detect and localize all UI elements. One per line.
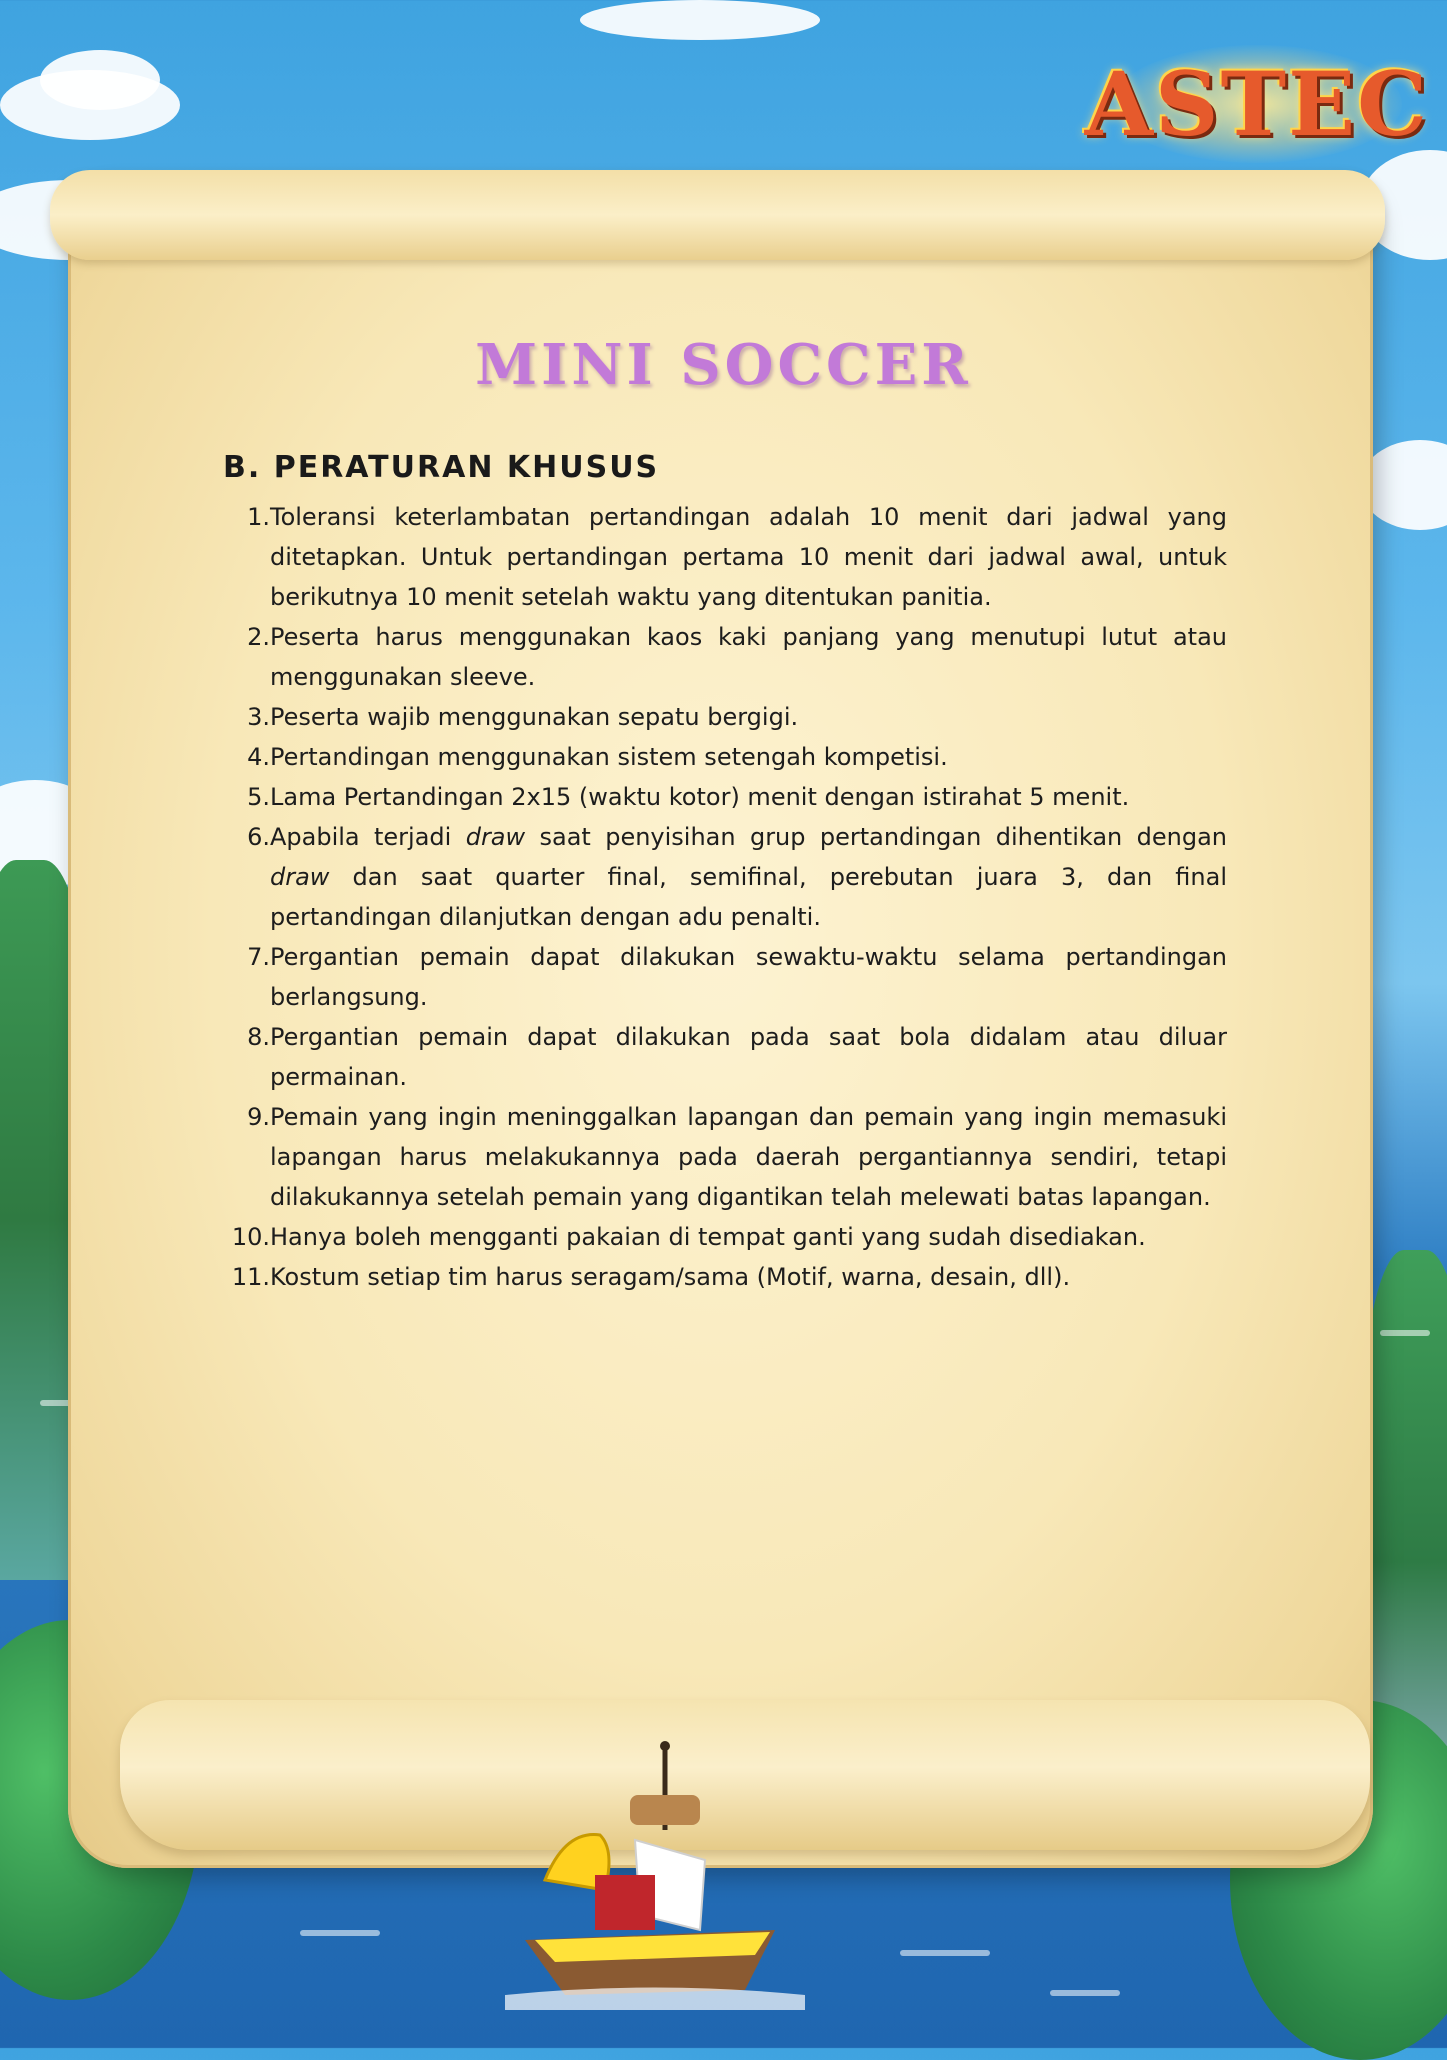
item-number: 8. — [247, 1023, 270, 1051]
parchment-roll-top — [50, 170, 1385, 260]
item-number: 11. — [231, 1263, 270, 1291]
item-text: Kostum setiap tim harus seragam/sama (Mo… — [270, 1263, 1071, 1291]
item-text: Apabila terjadi draw saat penyisihan gru… — [270, 823, 1227, 931]
logo-text: ASTEC — [1084, 52, 1430, 156]
list-item: 4. Pertandingan menggunakan sistem seteng… — [230, 737, 1227, 777]
wave — [1050, 1990, 1120, 1996]
list-item: 10. Hanya boleh mengganti pakaian di temp… — [230, 1217, 1227, 1257]
wave — [900, 1950, 990, 1956]
item-number: 1. — [247, 503, 270, 531]
item-text: Lama Pertandingan 2x15 (waktu kotor) men… — [270, 783, 1130, 811]
item-number: 7. — [247, 943, 270, 971]
list-item: 5. Lama Pertandingan 2x15 (waktu kotor) m… — [230, 777, 1227, 817]
list-item: 1. Toleransi keterlambatan pertandingan a… — [230, 497, 1227, 617]
item-number: 10. — [231, 1223, 270, 1251]
list-item: 9. Pemain yang ingin meninggalkan lapanga… — [230, 1097, 1227, 1217]
item-text: Toleransi keterlambatan pertandingan ada… — [270, 503, 1227, 611]
section-heading: B. PERATURAN KHUSUS — [223, 450, 660, 485]
page-title: MINI SOCCER — [475, 332, 972, 398]
item-number: 3. — [247, 703, 270, 731]
astec-logo: ASTEC — [1085, 45, 1427, 163]
item-number: 6. — [247, 823, 270, 851]
item-number: 5. — [247, 783, 270, 811]
item-number: 9. — [247, 1103, 270, 1131]
item-text: Pergantian pemain dapat dilakukan pada s… — [270, 1023, 1227, 1091]
list-item: 2. Peserta harus menggunakan kaos kaki pa… — [230, 617, 1227, 697]
item-number: 4. — [247, 743, 270, 771]
ship-illustration — [505, 1741, 805, 2010]
list-item: 8. Pergantian pemain dapat dilakukan pada… — [230, 1017, 1227, 1097]
wave — [1380, 1330, 1430, 1336]
item-text: Peserta harus menggunakan kaos kaki panj… — [270, 623, 1227, 691]
item-text: Pergantian pemain dapat dilakukan sewakt… — [270, 943, 1227, 1011]
list-item: 11. Kostum setiap tim harus seragam/sama … — [230, 1257, 1227, 1297]
cloud — [40, 50, 160, 110]
item-number: 2. — [247, 623, 270, 651]
list-item: 6. Apabila terjadi draw saat penyisihan g… — [230, 817, 1227, 937]
rules-list: 1. Toleransi keterlambatan pertandingan a… — [230, 497, 1227, 1297]
cloud — [580, 0, 820, 40]
list-item: 3. Peserta wajib menggunakan sepatu bergi… — [230, 697, 1227, 737]
item-text: Pemain yang ingin meninggalkan lapangan … — [270, 1103, 1227, 1211]
item-text: Hanya boleh mengganti pakaian di tempat … — [270, 1223, 1146, 1251]
cloud — [1360, 440, 1447, 530]
item-text: Pertandingan menggunakan sistem setengah… — [270, 743, 948, 771]
item-text: Peserta wajib menggunakan sepatu bergigi… — [270, 703, 799, 731]
list-item: 7. Pergantian pemain dapat dilakukan sewa… — [230, 937, 1227, 1017]
wave — [300, 1930, 380, 1936]
right-cliff — [1360, 1250, 1447, 1770]
